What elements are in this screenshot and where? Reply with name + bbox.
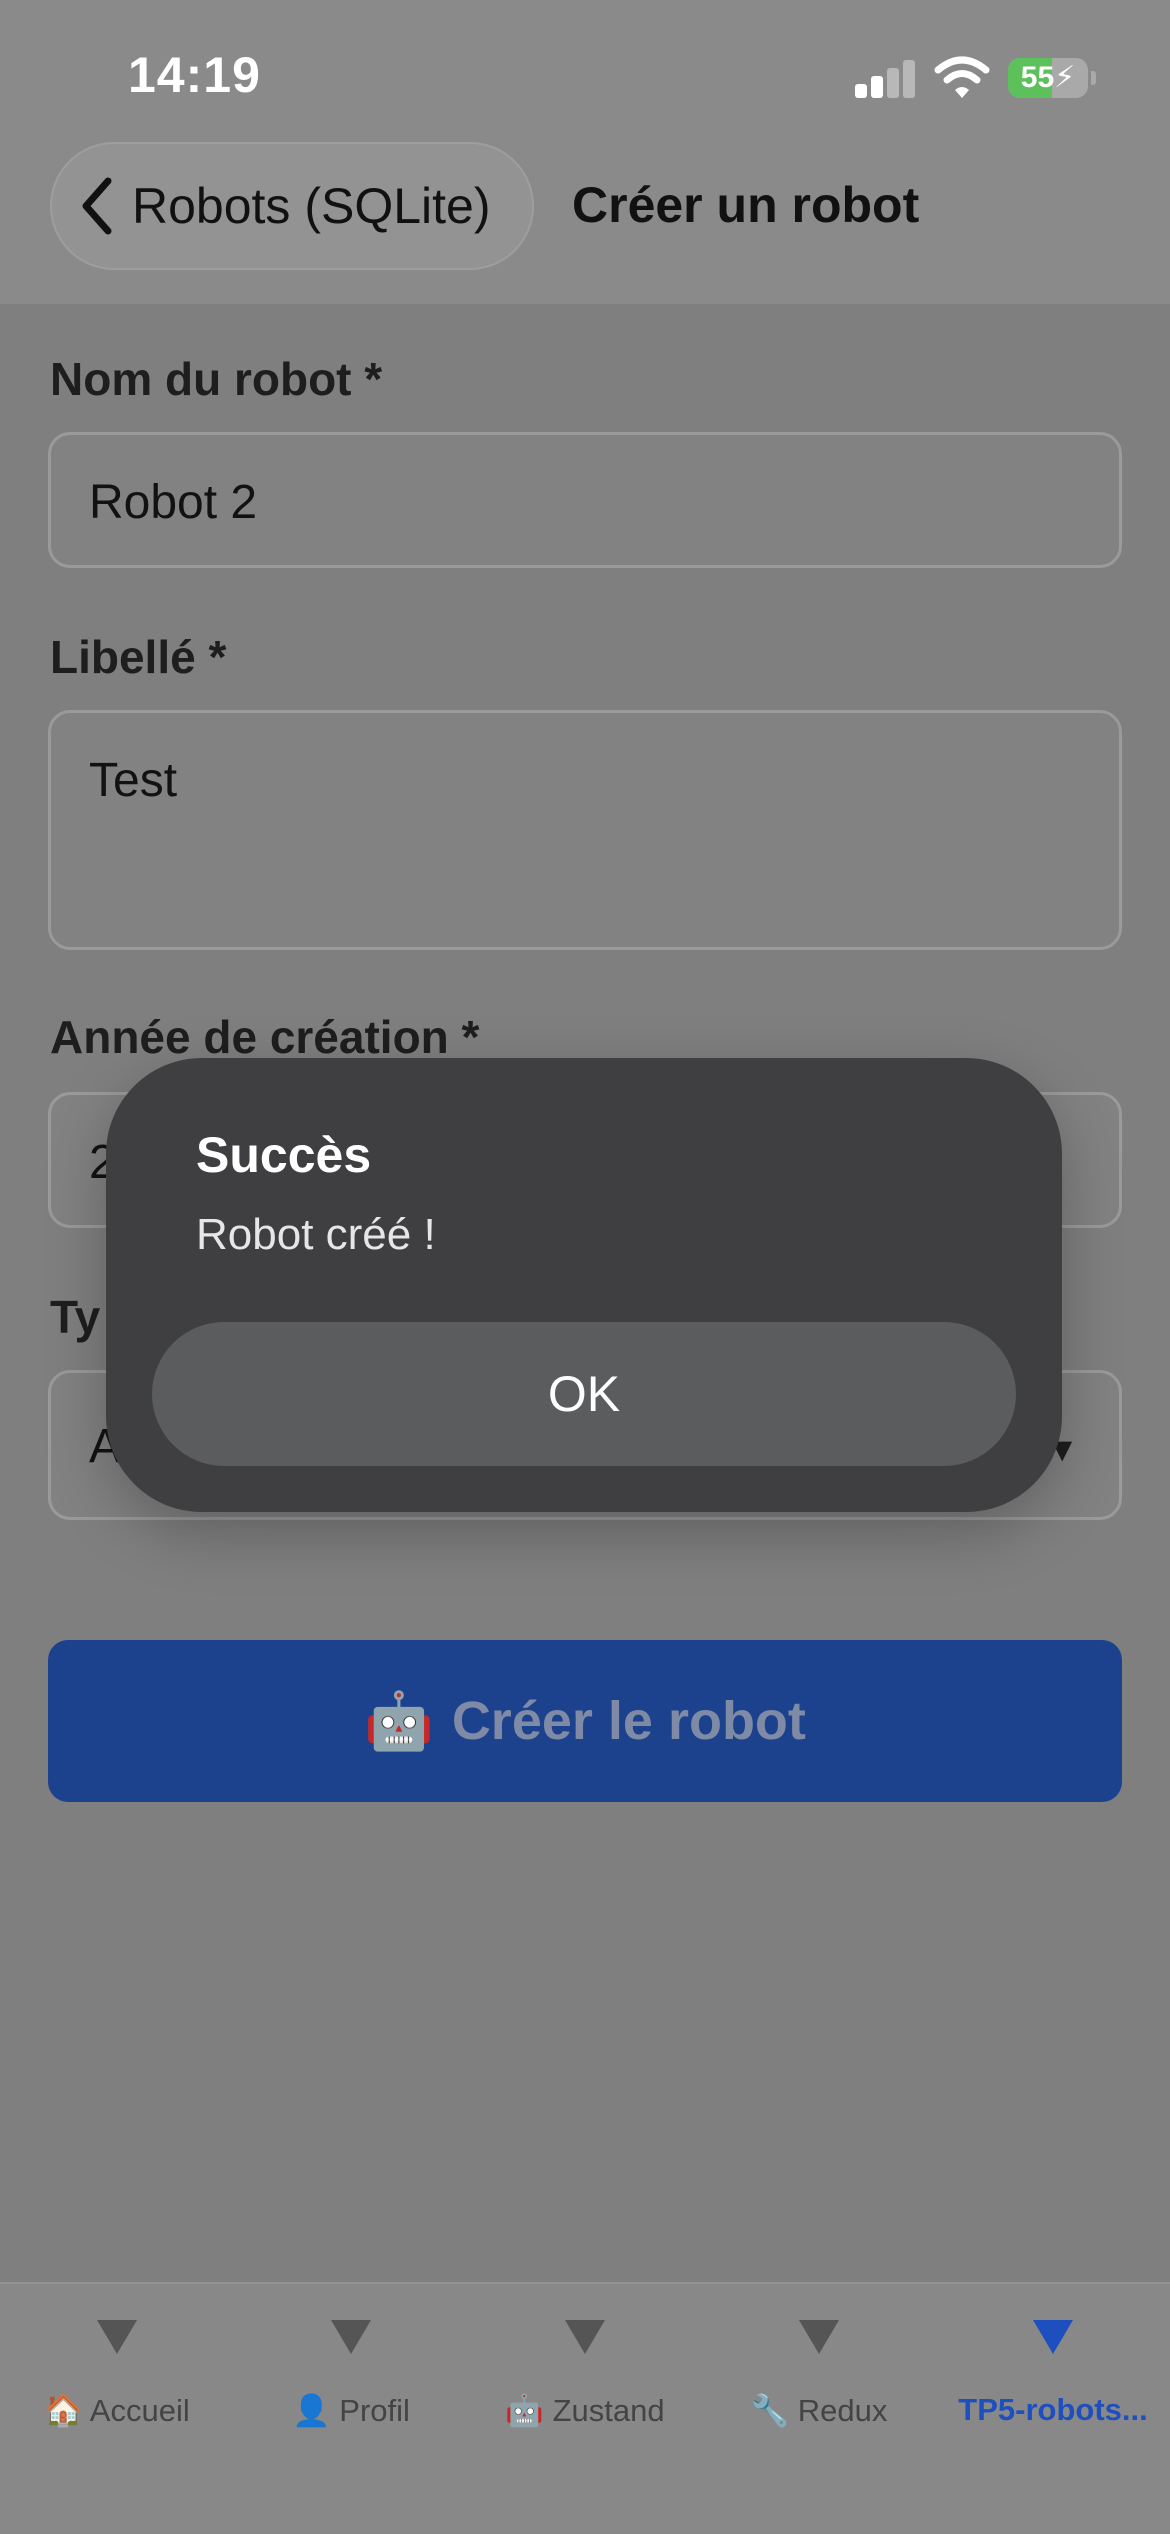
alert-message: Robot créé ! xyxy=(196,1210,436,1259)
signal-bars-icon xyxy=(855,58,915,98)
back-button-label: Robots (SQLite) xyxy=(132,178,491,234)
back-button[interactable]: Robots (SQLite) xyxy=(50,142,534,270)
navigation-header: Robots (SQLite) Créer un robot xyxy=(0,140,1170,304)
tab-label: TP5-robots... xyxy=(958,2392,1148,2427)
tab-label: 👤 Profil xyxy=(292,2393,410,2428)
tab-triangle-icon xyxy=(565,2320,605,2354)
wifi-icon xyxy=(934,56,990,98)
name-input-value: Robot 2 xyxy=(89,476,258,529)
year-label: Année de création * xyxy=(50,1011,480,1063)
tab-tp5-robots[interactable]: TP5-robots... xyxy=(936,2284,1170,2484)
tab-label: 🔧 Redux xyxy=(750,2393,888,2428)
bolt-icon: ⚡ xyxy=(1054,61,1076,94)
status-time: 14:19 xyxy=(128,47,261,103)
battery-cap xyxy=(1091,71,1096,85)
chevron-left-icon xyxy=(82,177,112,235)
create-robot-button[interactable]: 🤖 Créer le robot xyxy=(48,1640,1122,1802)
status-bar: 14:19 55⚡ xyxy=(0,0,1170,140)
tab-accueil[interactable]: 🏠 Accueil xyxy=(0,2284,234,2484)
robot-icon: 🤖 xyxy=(364,1689,434,1752)
tab-zustand[interactable]: 🤖 Zustand xyxy=(468,2284,702,2484)
type-label: Ty xyxy=(50,1291,101,1343)
battery-level: 55 xyxy=(1020,61,1055,94)
alert-ok-button[interactable]: OK xyxy=(152,1322,1016,1466)
success-alert: Succès Robot créé ! OK xyxy=(106,1058,1062,1512)
tab-label: 🏠 Accueil xyxy=(44,2393,190,2428)
page-title: Créer un robot xyxy=(572,177,920,233)
tab-label: 🤖 Zustand xyxy=(505,2393,665,2428)
tab-profil[interactable]: 👤 Profil xyxy=(234,2284,468,2484)
libelle-label: Libellé * xyxy=(50,631,227,683)
libelle-input[interactable]: Test xyxy=(48,710,1122,950)
tab-triangle-icon xyxy=(799,2320,839,2354)
create-robot-label: Créer le robot xyxy=(451,1691,806,1751)
tab-triangle-icon xyxy=(331,2320,371,2354)
name-label: Nom du robot * xyxy=(50,353,383,405)
tab-bar: 🏠 Accueil 👤 Profil 🤖 Zustand 🔧 Redux TP5… xyxy=(0,2282,1170,2534)
libelle-input-value: Test xyxy=(89,754,178,807)
tab-triangle-icon xyxy=(97,2320,137,2354)
alert-ok-label: OK xyxy=(547,1366,621,1422)
battery-icon: 55⚡ xyxy=(1008,58,1088,98)
alert-title: Succès xyxy=(196,1127,372,1183)
name-input[interactable]: Robot 2 xyxy=(48,432,1122,568)
tab-redux[interactable]: 🔧 Redux xyxy=(702,2284,936,2484)
tab-triangle-icon xyxy=(1033,2320,1073,2354)
